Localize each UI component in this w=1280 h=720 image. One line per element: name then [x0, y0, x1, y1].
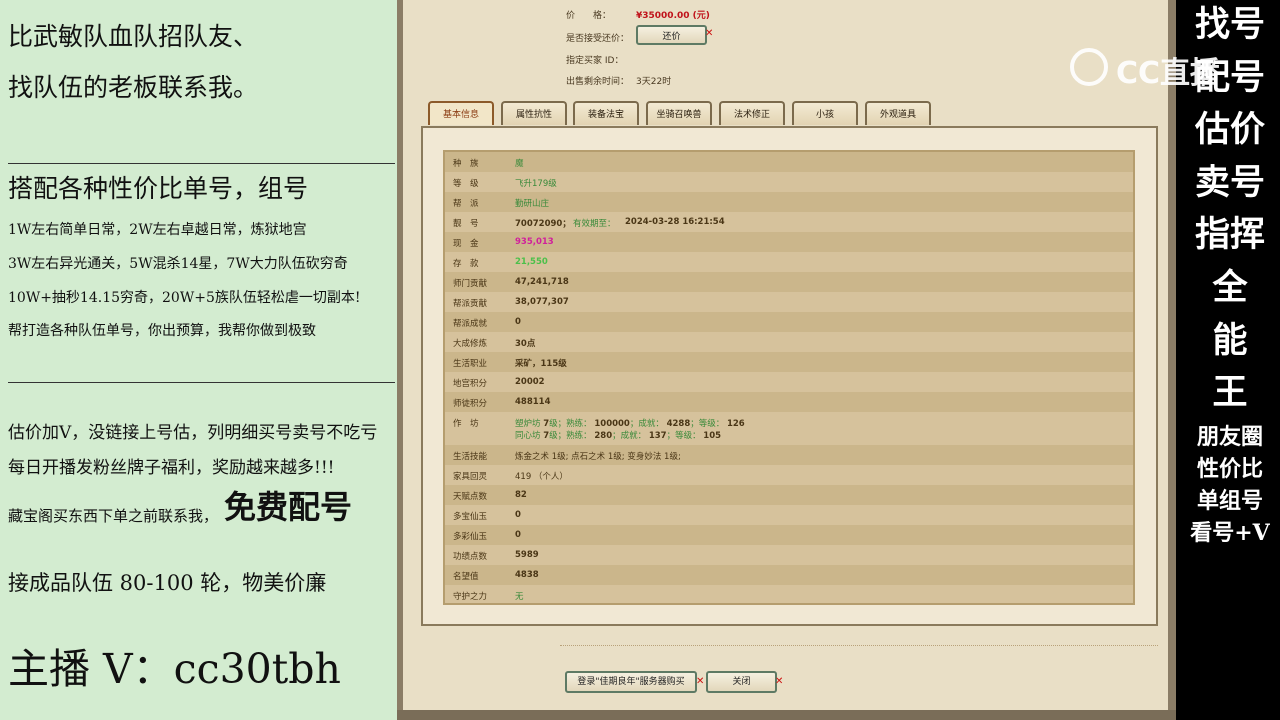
tab-appearance[interactable]: 外观道具: [865, 101, 931, 125]
divider: [8, 382, 395, 383]
tab-spell-correction[interactable]: 法术修正: [719, 101, 785, 125]
table-row: 作 坊 塑炉坊 7级；熟练： 100000；成就： 4288；等级： 126 同…: [453, 419, 745, 441]
overlay-text: 卖号: [1194, 162, 1265, 203]
divider: [560, 645, 1158, 646]
fan-welfare-note: 每日开播发粉丝牌子福利，奖励越来越多!!!: [8, 458, 335, 478]
counter-offer-row: 是否接受还价：: [566, 31, 629, 44]
time-value: 3天22时: [636, 77, 672, 87]
shop-note: 藏宝阁买东西下单之前联系我，: [8, 507, 219, 525]
table-row: 帮 派勤研山庄: [445, 192, 1133, 212]
table-row: 生活职业 采矿，115级: [445, 352, 1133, 372]
close-icon: ✕: [775, 676, 784, 687]
time-label: 出售剩余时间：: [566, 77, 630, 87]
window-border: [397, 0, 403, 720]
table-row: 靓 号 70072090； 有效期至： 2024-03-28 16:21:54: [453, 217, 725, 229]
table-row: 家具回灵 419 （个人）: [453, 472, 568, 482]
workshop-line-1: 塑炉坊 7级；熟练： 100000；成就： 4288；等级： 126: [515, 419, 745, 429]
service-item-3: 10W+抽秒14.15穷奇，20W+5族队伍轻松虐一切副本!: [8, 290, 361, 306]
table-row: 等 级飞升179级: [453, 179, 557, 189]
streamer-info-panel: 比武敏队血队招队友、 找队伍的老板联系我。 搭配各种性价比单号，组号 1W左右简…: [0, 0, 397, 720]
overlay-text: 估价: [1194, 109, 1265, 150]
tab-mounts-summons[interactable]: 坐骑召唤兽: [646, 101, 712, 125]
overlay-text: 看号+V: [1190, 520, 1270, 546]
table-row: 师门贡献 47,241,718: [445, 272, 1133, 292]
price-row: 价 格： ¥35000.00 (元): [566, 8, 710, 21]
workshop-line-2: 同心坊 7级；熟练： 280；成就： 137；等级： 105: [515, 431, 722, 441]
table-row: 存 款 21,550: [453, 257, 548, 269]
buyer-id-row: 指定买家 ID：: [566, 53, 623, 66]
service-item-2: 3W左右异光通关，5W混杀14星，7W大力队伍砍穷奇: [8, 256, 348, 272]
table-row: 地宫积分 20002: [453, 377, 545, 389]
host-contact: 主播 V：cc30tbh: [8, 645, 341, 693]
overlay-text: 单组号: [1196, 488, 1263, 514]
window-border: [397, 710, 1177, 720]
service-item-1: 1W左右简单日常，2W左右卓越日常，炼狱地宫: [8, 222, 307, 238]
table-row: 生活技能 炼金之术 1级; 点石之术 1级; 变身妙法 1级;: [445, 445, 1133, 465]
table-row: 大成修炼 30点: [453, 339, 536, 349]
tab-equipment[interactable]: 装备法宝: [573, 101, 639, 125]
overlay-text: 指挥: [1194, 214, 1265, 255]
appraisal-note: 估价加V，没链接上号估，列明细买号卖号不吃亏: [8, 423, 378, 443]
tab-children[interactable]: 小孩: [792, 101, 858, 125]
divider: [8, 163, 395, 164]
cc-live-logo: CC直播: [1070, 40, 1250, 91]
counter-offer-button[interactable]: 还价: [636, 25, 707, 45]
table-row: 帮派成就 0: [445, 312, 1133, 332]
price-label: 价 格：: [566, 11, 612, 21]
team-offer-note: 接成品队伍 80-100 轮，物美价廉: [8, 571, 327, 595]
close-icon: ✕: [696, 676, 705, 687]
price-value: ¥35000.00 (元): [636, 11, 710, 21]
tab-attributes[interactable]: 属性抗性: [501, 101, 567, 125]
services-heading: 搭配各种性价比单号，组号: [8, 174, 309, 203]
table-row: 多彩仙玉 0: [445, 525, 1133, 545]
free-match-label: 免费配号: [224, 488, 353, 526]
time-row: 出售剩余时间： 3天22时: [566, 74, 671, 87]
table-row: 名望值 4838: [445, 565, 1133, 585]
close-icon: ✕: [705, 28, 714, 39]
overlay-text: 朋友圈: [1196, 424, 1263, 450]
table-row: 天赋点数 82: [445, 485, 1133, 505]
overlay-text: 能: [1212, 320, 1248, 361]
recruit-line-1: 比武敏队血队招队友、: [8, 22, 259, 51]
table-row: 帮派贡献 38,077,307: [453, 297, 569, 309]
close-button[interactable]: 关闭: [706, 671, 777, 693]
basic-info-table: 种 族魔 等 级飞升179级 帮 派勤研山庄 靓 号 70072090； 有效期至：…: [443, 150, 1135, 605]
recruit-line-2: 找队伍的老板联系我。: [8, 73, 259, 102]
table-row: 师徒积分 488114: [445, 392, 1133, 412]
overlay-text: 性价比: [1196, 456, 1263, 482]
buyer-id-label: 指定买家 ID：: [566, 56, 624, 66]
table-row: 种 族魔: [445, 152, 1133, 172]
stream-overlay-right: 找号 配号 估价 卖号 指挥 全 能 王 朋友圈 性价比 单组号 看号+V: [1176, 0, 1280, 720]
overlay-text: 王: [1212, 372, 1248, 413]
table-row: 多宝仙玉 0: [453, 510, 521, 522]
service-item-4: 帮打造各种队伍单号，你出预算，我帮你做到极致: [8, 323, 316, 339]
table-row: 现 金 935,013: [445, 232, 1133, 252]
counter-offer-label: 是否接受还价：: [566, 34, 630, 44]
login-purchase-button[interactable]: 登录"佳期良年"服务器购买: [565, 671, 697, 693]
table-row: 功绩点数 5989: [453, 550, 539, 562]
table-row: 守护之力无: [453, 592, 524, 602]
tab-basic-info[interactable]: 基本信息: [428, 101, 494, 125]
cc-logo-icon: [1070, 48, 1108, 86]
overlay-text: 全: [1212, 267, 1248, 308]
window-border: [1168, 0, 1176, 720]
